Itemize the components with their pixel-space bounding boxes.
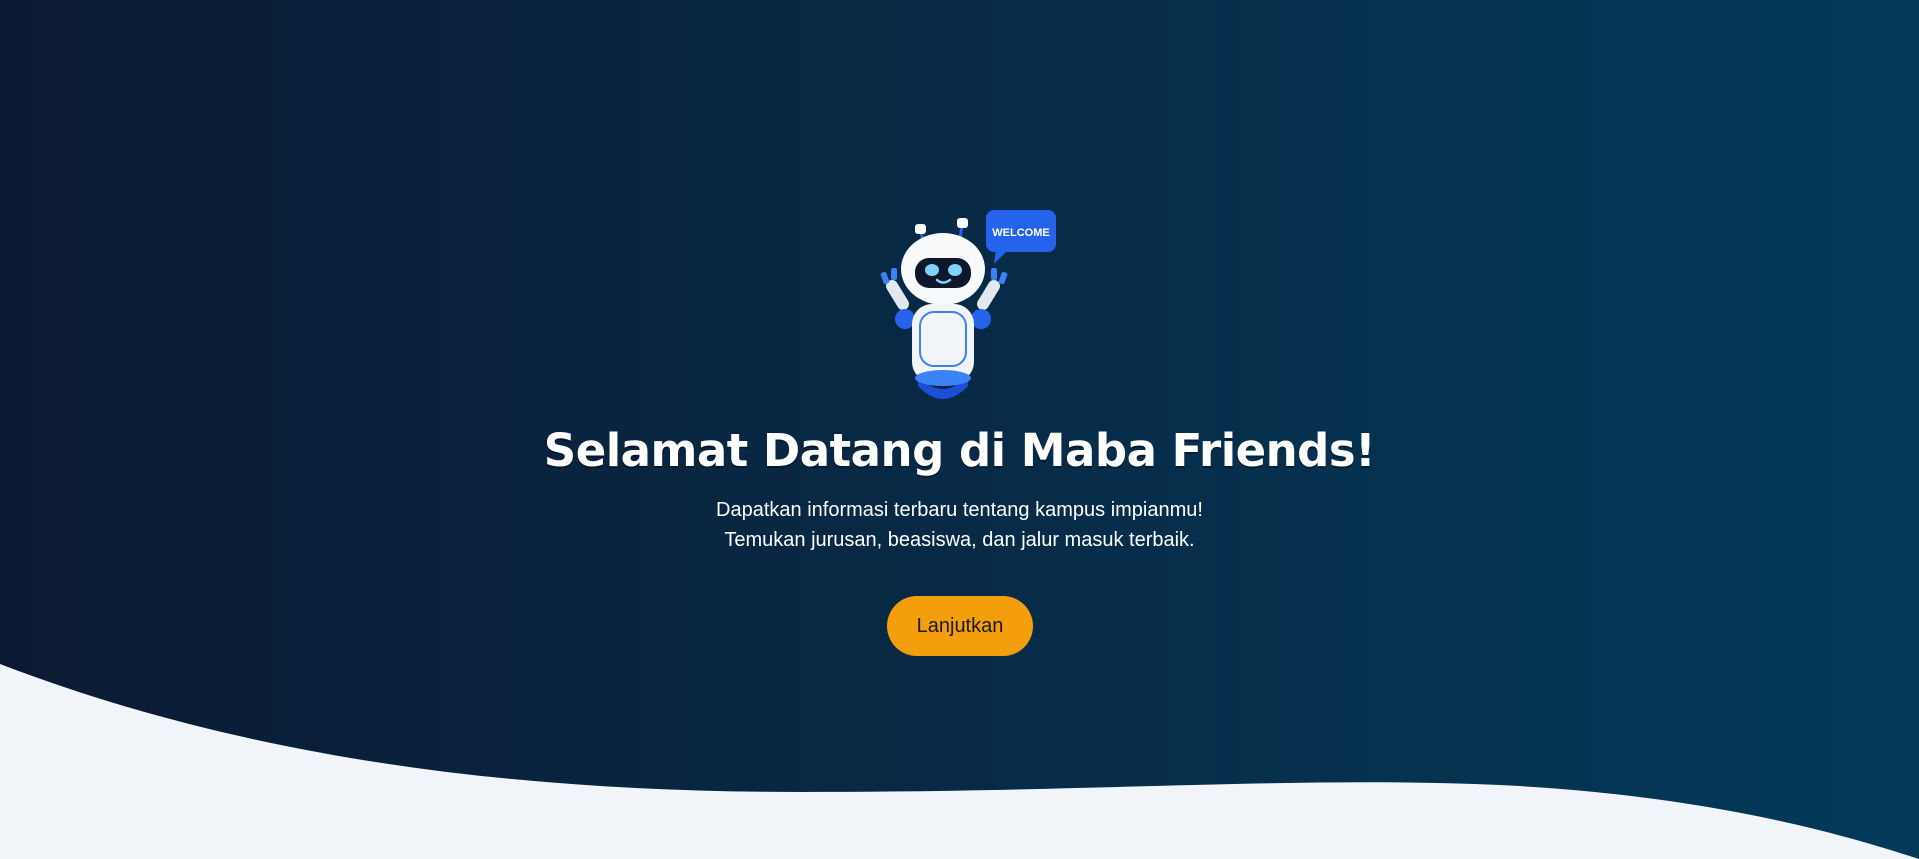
speech-bubble-text: WELCOME: [992, 227, 1049, 239]
robot-mascot-icon: WELCOME: [880, 210, 1056, 399]
subtitle-line-1: Dapatkan informasi terbaru tentang kampu…: [716, 499, 1203, 521]
continue-button[interactable]: Lanjutkan: [887, 596, 1033, 656]
page-title: Selamat Datang di Maba Friends!: [543, 424, 1376, 477]
subtitle-line-2: Temukan jurusan, beasiswa, dan jalur mas…: [724, 529, 1195, 551]
welcome-speech-bubble: WELCOME: [986, 210, 1056, 264]
